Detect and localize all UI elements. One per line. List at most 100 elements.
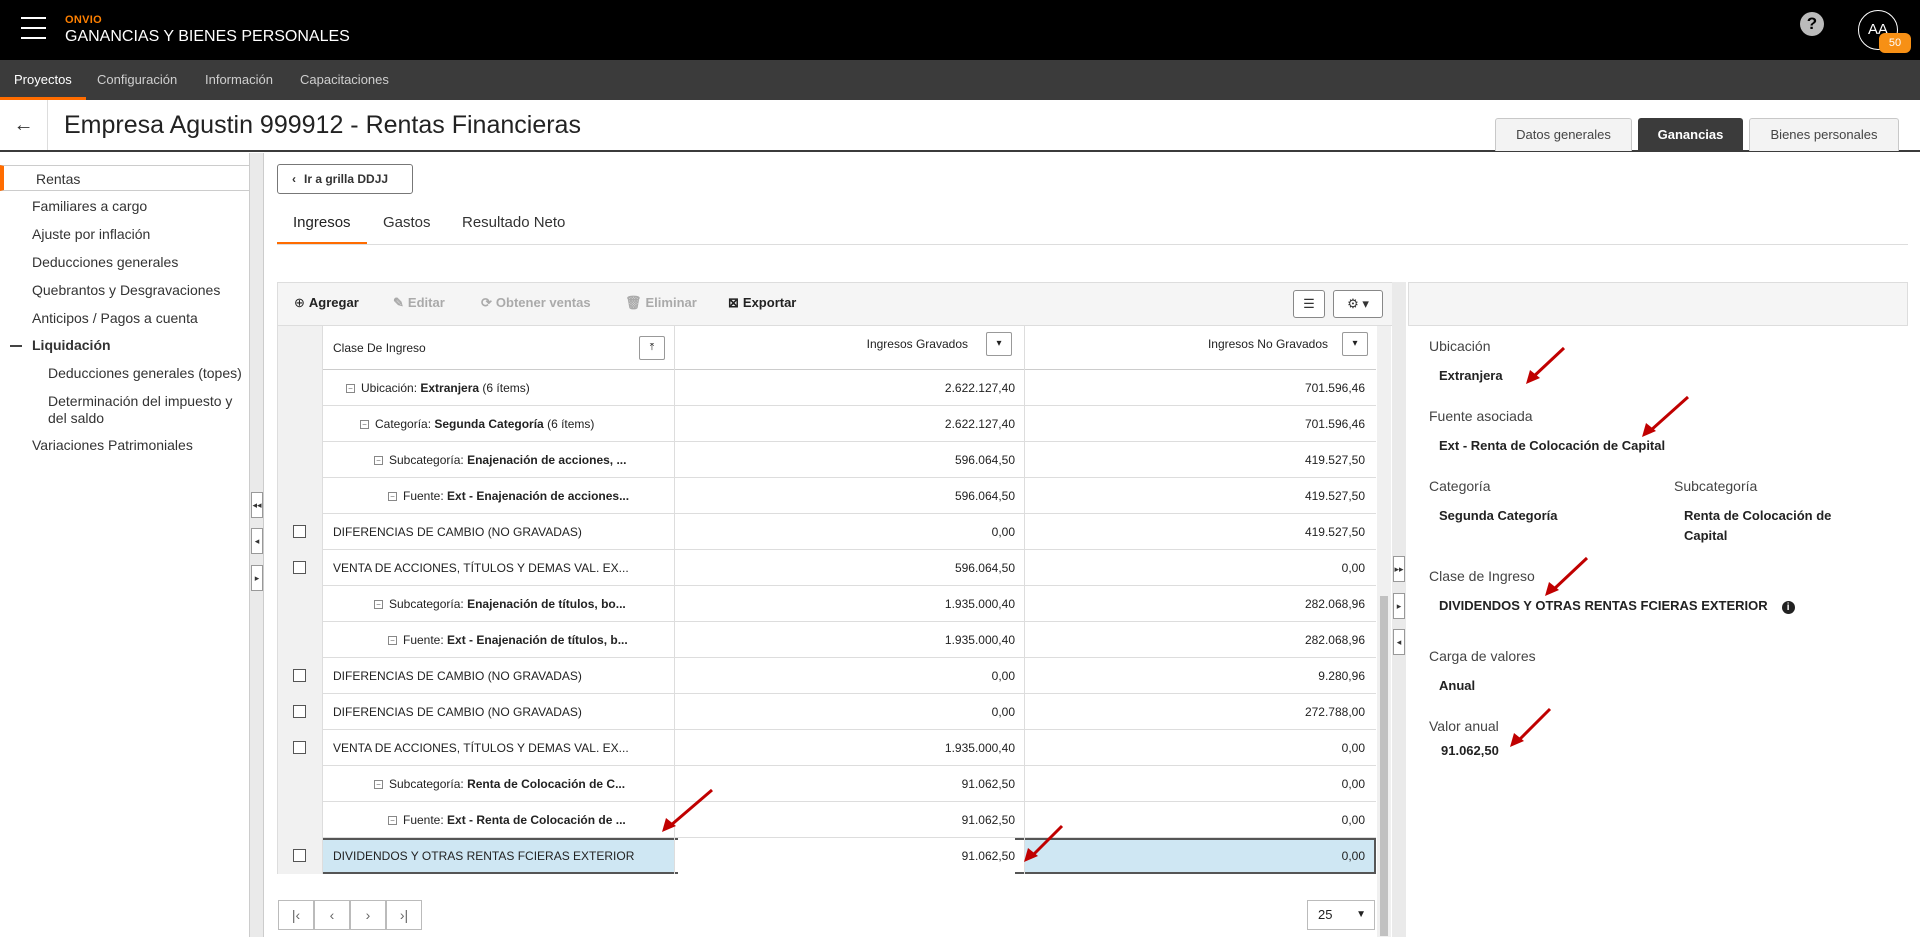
tab-ganancias[interactable]: Ganancias: [1638, 118, 1743, 151]
nav-capacitaciones[interactable]: Capacitaciones: [286, 60, 403, 100]
next-page-icon[interactable]: ›: [350, 900, 386, 930]
sidebar-item-deducciones-topes[interactable]: Deducciones generales (topes): [48, 365, 242, 381]
cell-gravados: 596.064,50: [954, 489, 1015, 503]
collapse-right-double-icon[interactable]: ▸▸: [1393, 556, 1405, 582]
row-select-cell: [278, 586, 323, 622]
table-row[interactable]: − Fuente: Ext - Enajenación de títulos, b…: [278, 622, 1376, 658]
table-row[interactable]: − Ubicación: Extranjera (6 ítems) 2.622.12…: [278, 370, 1376, 406]
cell-no-gravados: 0,00: [1341, 813, 1365, 827]
sidebar-item-anticipos[interactable]: Anticipos / Pagos a cuenta: [32, 310, 198, 326]
last-page-icon[interactable]: ›|: [386, 900, 422, 930]
table-row[interactable]: DIFERENCIAS DE CAMBIO (NO GRAVADAS) 0,00 2…: [278, 694, 1376, 730]
expand-right-icon[interactable]: ▸: [1393, 593, 1405, 619]
table-row[interactable]: − Subcategoría: Renta de Colocación de C.…: [278, 766, 1376, 802]
sidebar-item-familiares[interactable]: Familiares a cargo: [32, 198, 147, 214]
collapse-group-icon[interactable]: −: [388, 816, 397, 825]
sidebar-item-rentas[interactable]: Rentas: [0, 165, 249, 191]
sort-icon[interactable]: ⤒: [639, 336, 665, 360]
row-checkbox[interactable]: [293, 669, 306, 682]
row-checkbox[interactable]: [293, 525, 306, 538]
grid-scrollbar[interactable]: [1377, 326, 1391, 937]
sidebar-item-determinacion[interactable]: Determinación del impuesto y: [48, 393, 232, 409]
settings-icon[interactable]: ⚙ ▾: [1333, 290, 1383, 318]
collapse-group-icon[interactable]: −: [374, 780, 383, 789]
header-no-gravados[interactable]: Ingresos No Gravados: [1028, 326, 1328, 362]
table-row[interactable]: DIFERENCIAS DE CAMBIO (NO GRAVADAS) 0,00 4…: [278, 514, 1376, 550]
valor-label: Valor anual: [1429, 718, 1499, 734]
brand-logo: ONVIO: [65, 14, 102, 26]
page-size-select[interactable]: 25 ▼: [1307, 900, 1375, 930]
collapse-left-double-icon[interactable]: ◂◂: [251, 492, 263, 518]
sidebar-item-quebrantos[interactable]: Quebrantos y Desgravaciones: [32, 282, 220, 298]
nav-configuracion[interactable]: Configuración: [83, 60, 191, 100]
row-checkbox[interactable]: [293, 705, 306, 718]
cell-clase: − Fuente: Ext - Enajenación de títulos, b…: [388, 622, 669, 658]
notification-badge[interactable]: 50: [1879, 33, 1911, 53]
header-select-column: [278, 326, 323, 370]
table-row[interactable]: DIFERENCIAS DE CAMBIO (NO GRAVADAS) 0,00 9…: [278, 658, 1376, 694]
nav-bar: Proyectos Configuración Información Capa…: [0, 60, 1920, 100]
header-gravados[interactable]: Ingresos Gravados: [678, 326, 968, 362]
cell-gravados: 91.062,50: [961, 777, 1015, 791]
cell-clase: − Subcategoría: Enajenación de acciones, …: [374, 442, 669, 478]
tab-resultado-neto[interactable]: Resultado Neto: [462, 205, 565, 245]
tab-ingresos[interactable]: Ingresos: [277, 205, 367, 245]
collapse-group-icon[interactable]: −: [374, 456, 383, 465]
expand-right-icon[interactable]: ▸: [251, 565, 263, 591]
table-row[interactable]: − Subcategoría: Enajenación de acciones, …: [278, 442, 1376, 478]
row-select-cell: [278, 478, 323, 514]
table-row[interactable]: − Fuente: Ext - Enajenación de acciones..…: [278, 478, 1376, 514]
editar-button[interactable]: ✎ Editar: [393, 295, 445, 311]
collapse-group-icon[interactable]: −: [388, 636, 397, 645]
exportar-button[interactable]: ⊠ Exportar: [728, 295, 796, 311]
nav-informacion[interactable]: Información: [191, 60, 287, 100]
row-checkbox[interactable]: [293, 741, 306, 754]
cell-no-gravados: 0,00: [1341, 741, 1365, 755]
collapse-group-icon[interactable]: −: [388, 492, 397, 501]
collapse-group-icon[interactable]: −: [360, 420, 369, 429]
scroll-thumb[interactable]: [1380, 596, 1388, 936]
sidebar: Rentas Familiares a cargo Ajuste por inf…: [0, 153, 250, 937]
table-row[interactable]: DIVIDENDOS Y OTRAS RENTAS FCIERAS EXTERI…: [278, 838, 1376, 874]
tab-datos-generales[interactable]: Datos generales: [1495, 118, 1632, 151]
row-checkbox[interactable]: [293, 849, 306, 862]
row-checkbox[interactable]: [293, 561, 306, 574]
excel-icon: ⊠: [728, 295, 739, 310]
collapse-left-icon[interactable]: ◂: [251, 528, 263, 554]
nav-proyectos[interactable]: Proyectos: [0, 60, 86, 100]
col-divider: [1024, 442, 1025, 478]
table-row[interactable]: − Subcategoría: Enajenación de títulos, b…: [278, 586, 1376, 622]
prev-page-icon[interactable]: ‹: [314, 900, 350, 930]
filter-dropdown-icon[interactable]: ▾: [986, 332, 1012, 356]
collapse-group-icon[interactable]: −: [374, 600, 383, 609]
table-row[interactable]: − Fuente: Ext - Renta de Colocación de ..…: [278, 802, 1376, 838]
ir-a-grilla-button[interactable]: ‹ Ir a grilla DDJJ: [277, 164, 413, 194]
agregar-button[interactable]: ⊕ Agregar: [294, 295, 359, 311]
collapse-group-icon[interactable]: −: [346, 384, 355, 393]
obtener-ventas-button[interactable]: ⟳ Obtener ventas: [481, 295, 591, 311]
table-row[interactable]: VENTA DE ACCIONES, TÍTULOS Y DEMAS VAL. …: [278, 550, 1376, 586]
collapse-icon[interactable]: [10, 345, 22, 347]
sidebar-item-ajuste[interactable]: Ajuste por inflación: [32, 226, 150, 242]
chevron-left-icon: ‹: [292, 172, 296, 186]
cell-no-gravados: 419.527,50: [1304, 489, 1365, 503]
back-arrow-icon[interactable]: ←: [0, 100, 48, 150]
column-chooser-icon[interactable]: ☰: [1293, 290, 1325, 318]
filter-dropdown-icon[interactable]: ▾: [1342, 332, 1368, 356]
menu-icon[interactable]: [21, 17, 46, 41]
help-icon[interactable]: ?: [1800, 12, 1824, 36]
sidebar-item-variaciones[interactable]: Variaciones Patrimoniales: [32, 437, 193, 453]
tab-gastos[interactable]: Gastos: [383, 205, 431, 245]
sidebar-item-liquidacion[interactable]: Liquidación: [32, 337, 111, 353]
sidebar-item-deducciones[interactable]: Deducciones generales: [32, 254, 178, 270]
first-page-icon[interactable]: |‹: [278, 900, 314, 930]
tab-bienes-personales[interactable]: Bienes personales: [1749, 118, 1899, 151]
sidebar-item-determinacion-2[interactable]: del saldo: [48, 410, 104, 426]
eliminar-button[interactable]: 🗑 Eliminar: [625, 295, 697, 311]
collapse-left-icon[interactable]: ◂: [1393, 629, 1405, 655]
info-icon[interactable]: i: [1781, 601, 1795, 614]
table-row[interactable]: VENTA DE ACCIONES, TÍTULOS Y DEMAS VAL. …: [278, 730, 1376, 766]
header-clase[interactable]: Clase De Ingreso: [333, 330, 633, 366]
table-row[interactable]: − Categoría: Segunda Categoría (6 ítems) 2…: [278, 406, 1376, 442]
cell-clase: − Fuente: Ext - Renta de Colocación de ..…: [388, 802, 669, 838]
